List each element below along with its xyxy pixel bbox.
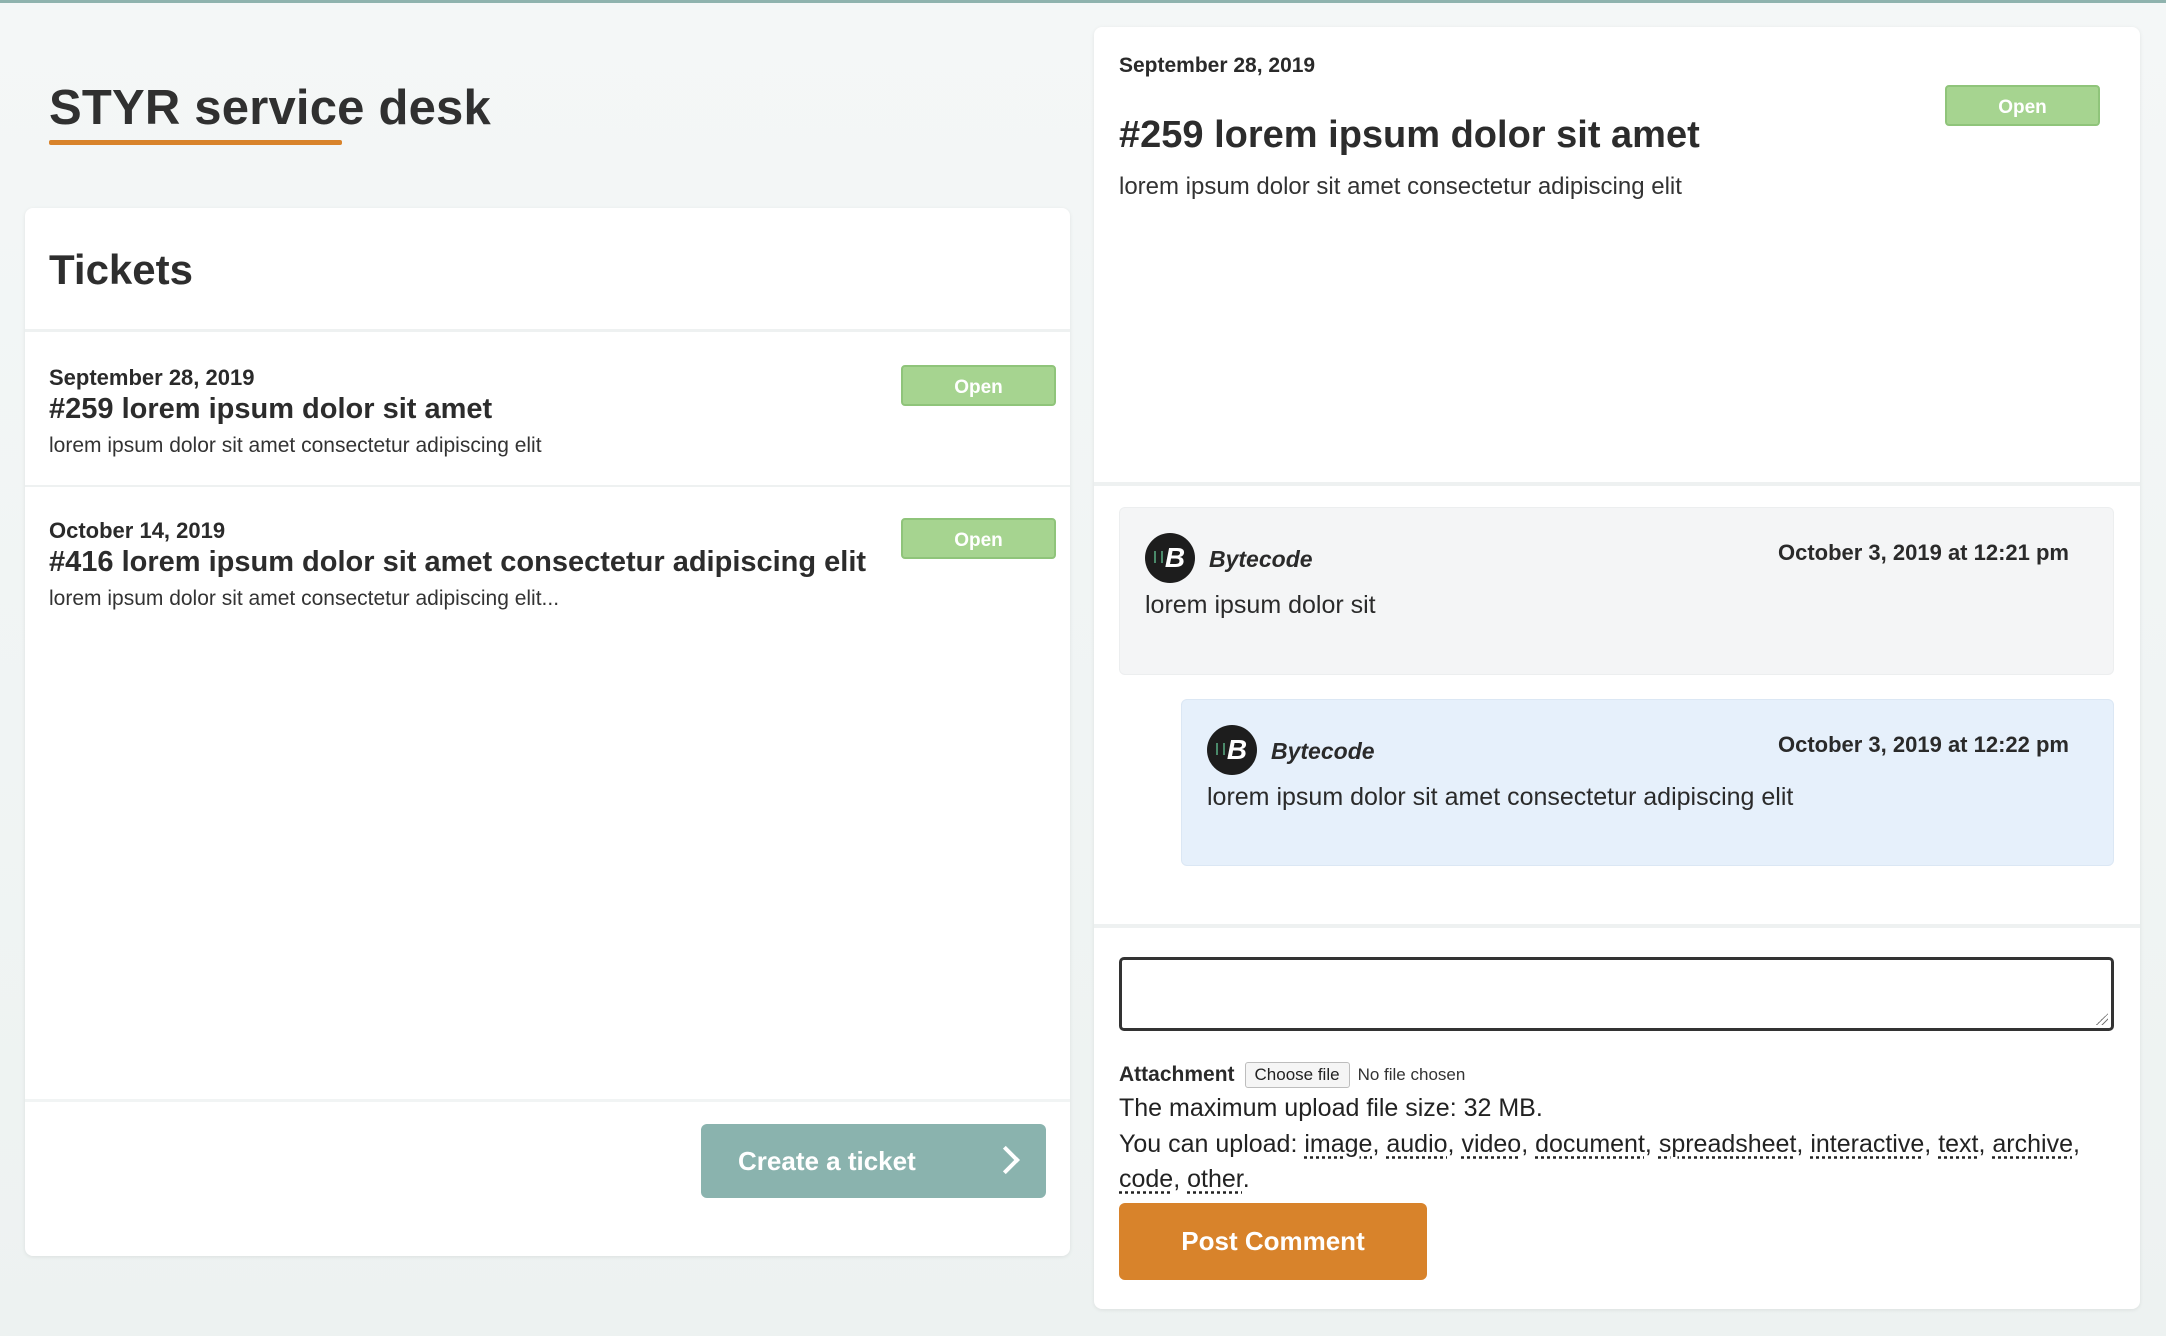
avatar-letter: B [1164,542,1186,573]
comment-textarea[interactable] [1119,957,2114,1031]
top-rule [0,0,2166,3]
upload-type: archive [1992,1130,2073,1158]
no-file-chosen-text: No file chosen [1357,1065,1466,1084]
ticket-date: September 28, 2019 [49,365,255,390]
upload-type: other [1187,1165,1243,1193]
ticket-description: lorem ipsum dolor sit amet consectetur a… [49,587,560,610]
upload-type: text [1938,1130,1979,1158]
ticket-description: lorem ipsum dolor sit amet consectetur a… [49,434,542,457]
comment: B Bytecode October 3, 2019 at 12:21 pm l… [1119,507,2114,675]
resize-grip-icon[interactable] [2096,1013,2108,1025]
comment-reply: B Bytecode October 3, 2019 at 12:22 pm l… [1181,699,2114,866]
upload-type: image [1304,1130,1373,1158]
detail-description: lorem ipsum dolor sit amet consectetur a… [1119,173,1682,200]
ticket-item[interactable]: October 14, 2019 #416 lorem ipsum dolor … [25,488,1070,640]
divider [1094,924,2140,928]
detail-title: #259 lorem ipsum dolor sit amet [1119,114,1700,156]
comment-time: October 3, 2019 at 12:22 pm [1777,732,2069,757]
avatar: B [1207,725,1257,775]
upload-type: interactive [1810,1130,1925,1158]
attachment-row: Attachment Choose file No file chosen [1119,1060,1465,1090]
detail-date: September 28, 2019 [1119,54,1316,77]
divider [1094,482,2140,486]
avatar: B [1145,533,1195,583]
status-badge: Open [901,365,1056,406]
tickets-header: Tickets [25,208,1070,332]
ticket-title[interactable]: #416 lorem ipsum dolor sit amet consecte… [49,546,866,579]
comment-time: October 3, 2019 at 12:21 pm [1777,540,2069,565]
choose-file-button[interactable]: Choose file [1244,1062,1350,1088]
upload-types-intro: You can upload: [1119,1130,1298,1158]
tickets-footer: Create a ticket [25,1099,1070,1256]
post-comment-button[interactable]: Post Comment [1119,1203,1427,1280]
upload-type: audio [1386,1130,1448,1158]
avatar-letter: B [1226,734,1248,765]
tickets-panel: Tickets September 28, 2019 #259 lorem ip… [25,208,1070,1256]
tickets-heading: Tickets [49,246,193,293]
upload-type: document [1535,1130,1645,1158]
ticket-date: October 14, 2019 [49,518,226,543]
status-badge: Open [1945,85,2100,126]
ticket-title[interactable]: #259 lorem ipsum dolor sit amet [49,393,492,426]
status-badge: Open [901,518,1056,559]
upload-type: spreadsheet [1658,1130,1797,1158]
chevron-right-icon [991,1145,1020,1175]
upload-types-text: You can upload: image, audio, video, doc… [1119,1130,2080,1193]
create-ticket-button[interactable]: Create a ticket [701,1124,1046,1198]
comment-body: lorem ipsum dolor sit amet consectetur a… [1207,783,1794,811]
upload-type: code [1119,1165,1174,1193]
ticket-detail-panel: September 28, 2019 Open #259 lorem ipsum… [1094,27,2140,1309]
page-title: STYR service desk [49,81,491,135]
avatar-mark-icon [1216,743,1225,755]
comment-author: Bytecode [1271,738,1375,764]
comment-body: lorem ipsum dolor sit [1145,591,1376,619]
max-upload-size-text: The maximum upload file size: 32 MB. [1119,1094,1543,1122]
upload-type: video [1461,1130,1522,1158]
attachment-label: Attachment [1119,1063,1235,1086]
ticket-item[interactable]: September 28, 2019 #259 lorem ipsum dolo… [25,335,1070,487]
comment-author: Bytecode [1209,546,1313,572]
create-ticket-label: Create a ticket [738,1145,916,1176]
avatar-mark-icon [1154,551,1163,563]
title-underline [49,140,342,145]
